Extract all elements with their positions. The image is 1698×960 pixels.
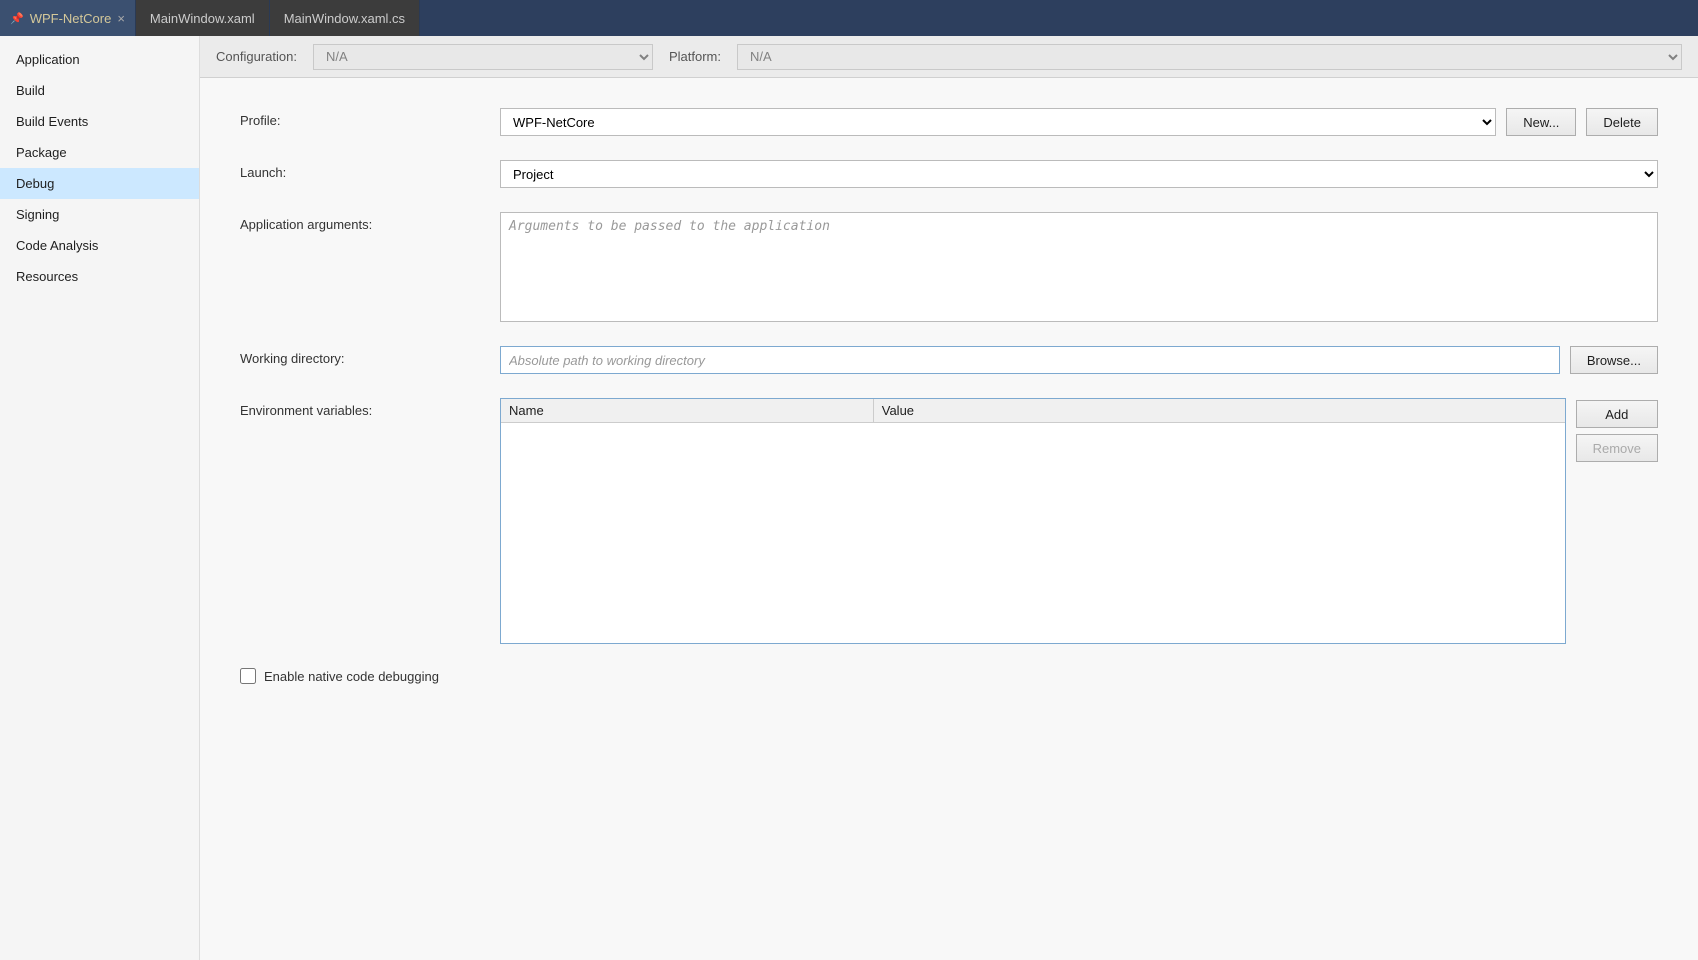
env-vars-controls: Name Value Add Remove xyxy=(500,398,1658,644)
sidebar-item-debug[interactable]: Debug xyxy=(0,168,199,199)
launch-label: Launch: xyxy=(240,160,500,180)
remove-env-button[interactable]: Remove xyxy=(1576,434,1658,462)
app-args-label: Application arguments: xyxy=(240,212,500,232)
native-debugging-row: Enable native code debugging xyxy=(240,668,1658,684)
close-icon[interactable]: × xyxy=(117,11,125,26)
env-col-name: Name xyxy=(501,399,873,423)
sidebar-item-package[interactable]: Package xyxy=(0,137,199,168)
browse-button[interactable]: Browse... xyxy=(1570,346,1658,374)
native-debugging-checkbox[interactable] xyxy=(240,668,256,684)
sidebar-item-code-analysis[interactable]: Code Analysis xyxy=(0,230,199,261)
profile-row: Profile: WPF-NetCore New... Delete xyxy=(240,108,1658,136)
file-tab-label-2: MainWindow.xaml.cs xyxy=(284,11,405,26)
profile-controls: WPF-NetCore New... Delete xyxy=(500,108,1658,136)
sidebar-item-resources[interactable]: Resources xyxy=(0,261,199,292)
add-env-button[interactable]: Add xyxy=(1576,400,1658,428)
app-args-textarea[interactable] xyxy=(500,212,1658,322)
launch-controls: Project xyxy=(500,160,1658,188)
profile-label: Profile: xyxy=(240,108,500,128)
sidebar-item-application[interactable]: Application xyxy=(0,44,199,75)
profile-select[interactable]: WPF-NetCore xyxy=(500,108,1496,136)
env-table-body xyxy=(501,423,1565,643)
launch-select[interactable]: Project xyxy=(500,160,1658,188)
env-table: Name Value xyxy=(501,399,1565,423)
env-vars-label: Environment variables: xyxy=(240,398,500,418)
file-tab-mainwindow-xaml-cs[interactable]: MainWindow.xaml.cs xyxy=(270,0,420,36)
pin-icon: 📌 xyxy=(10,12,24,25)
native-debugging-label: Enable native code debugging xyxy=(264,669,439,684)
tab-bar: 📌 WPF-NetCore × MainWindow.xaml MainWind… xyxy=(0,0,1698,36)
config-bar: Configuration: N/A Platform: N/A xyxy=(200,36,1698,78)
env-table-container: Name Value xyxy=(500,398,1566,644)
file-tab-label-1: MainWindow.xaml xyxy=(150,11,255,26)
sidebar-item-signing[interactable]: Signing xyxy=(0,199,199,230)
delete-button[interactable]: Delete xyxy=(1586,108,1658,136)
project-tab-label: WPF-NetCore xyxy=(30,11,112,26)
main-layout: Application Build Build Events Package D… xyxy=(0,36,1698,960)
working-dir-label: Working directory: xyxy=(240,346,500,366)
sidebar-item-build-events[interactable]: Build Events xyxy=(0,106,199,137)
project-tab[interactable]: 📌 WPF-NetCore × xyxy=(0,0,136,36)
form-area: Profile: WPF-NetCore New... Delete Launc… xyxy=(200,78,1698,960)
env-vars-row: Environment variables: Name Value xyxy=(240,398,1658,644)
working-dir-controls: Browse... xyxy=(500,346,1658,374)
working-dir-input[interactable] xyxy=(500,346,1560,374)
file-tab-mainwindow-xaml[interactable]: MainWindow.xaml xyxy=(136,0,270,36)
app-args-controls xyxy=(500,212,1658,322)
configuration-select[interactable]: N/A xyxy=(313,44,653,70)
app-args-row: Application arguments: xyxy=(240,212,1658,322)
new-button[interactable]: New... xyxy=(1506,108,1576,136)
configuration-label: Configuration: xyxy=(216,49,297,64)
launch-row: Launch: Project xyxy=(240,160,1658,188)
platform-select[interactable]: N/A xyxy=(737,44,1682,70)
env-buttons: Add Remove xyxy=(1576,398,1658,462)
content-area: Configuration: N/A Platform: N/A Profile… xyxy=(200,36,1698,960)
platform-label: Platform: xyxy=(669,49,721,64)
working-dir-row: Working directory: Browse... xyxy=(240,346,1658,374)
sidebar-item-build[interactable]: Build xyxy=(0,75,199,106)
env-table-header: Name Value xyxy=(501,399,1565,423)
env-col-value: Value xyxy=(873,399,1564,423)
sidebar: Application Build Build Events Package D… xyxy=(0,36,200,960)
